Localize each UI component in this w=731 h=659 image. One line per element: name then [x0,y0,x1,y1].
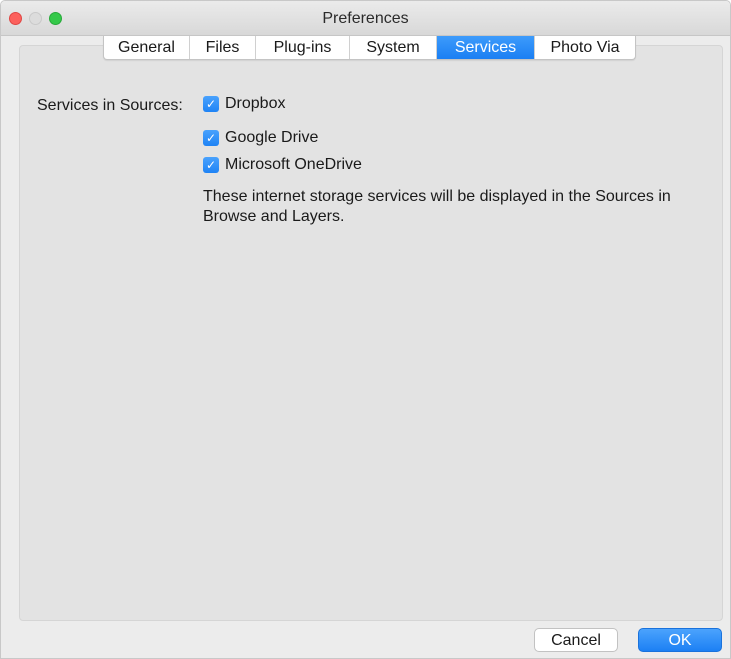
preferences-tab-bar: General Files Plug-ins System Services P… [103,36,636,60]
google-drive-label[interactable]: Google Drive [225,129,318,147]
tab-services[interactable]: Services [437,36,535,59]
tab-system[interactable]: System [350,36,437,59]
window-title: Preferences [322,10,409,27]
tab-plug-ins[interactable]: Plug-ins [256,36,350,59]
dropbox-checkbox[interactable]: ✓ [203,96,219,112]
services-panel [19,45,723,621]
microsoft-onedrive-checkbox[interactable]: ✓ [203,157,219,173]
preferences-window: Preferences General Files Plug-ins Syste… [0,0,731,659]
tab-files[interactable]: Files [190,36,256,59]
services-description: These internet storage services will be … [203,188,671,225]
services-in-sources-label: Services in Sources: [37,97,183,114]
dropbox-option[interactable]: ✓ Dropbox [203,95,285,113]
google-drive-option[interactable]: ✓ Google Drive [203,129,318,147]
ok-button[interactable]: OK [638,628,722,652]
tab-general[interactable]: General [104,36,190,59]
tab-photo-via[interactable]: Photo Via [535,36,635,59]
microsoft-onedrive-label[interactable]: Microsoft OneDrive [225,156,362,174]
google-drive-checkbox[interactable]: ✓ [203,130,219,146]
title-bar[interactable]: Preferences [1,1,730,36]
microsoft-onedrive-option[interactable]: ✓ Microsoft OneDrive [203,156,362,174]
dropbox-label[interactable]: Dropbox [225,95,285,113]
cancel-button[interactable]: Cancel [534,628,618,652]
